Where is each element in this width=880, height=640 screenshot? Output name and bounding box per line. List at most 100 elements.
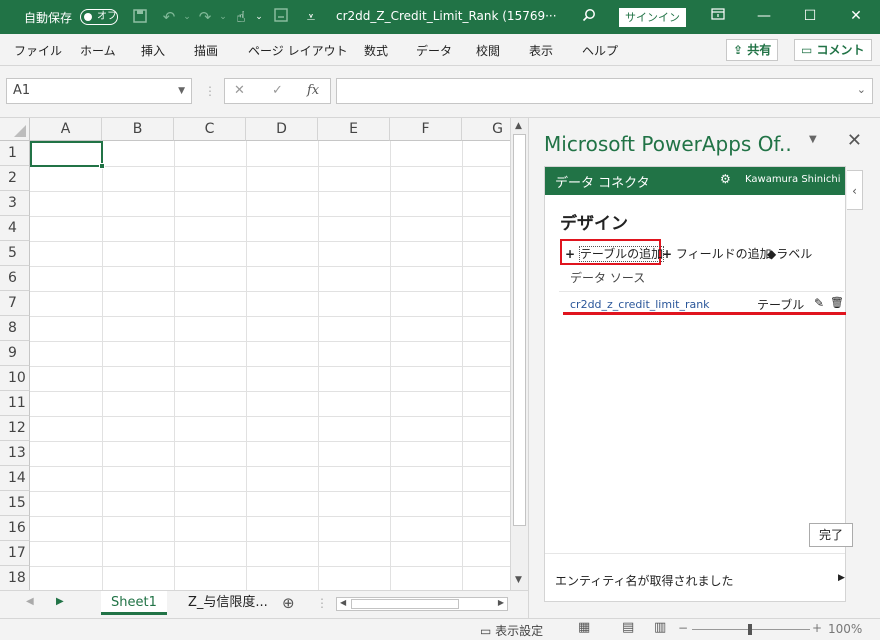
autosave-toggle[interactable]: オフ bbox=[80, 9, 118, 25]
add-field-button[interactable]: + フィールドの追加 bbox=[662, 245, 772, 262]
signin-button[interactable]: サインイン bbox=[619, 8, 686, 27]
worksheet-grid[interactable]: ABCDEFG 1 2 3 4 5 6 7 8 9 10 11 12 13 14 15 16 17 18 bbox=[0, 118, 510, 590]
redo-dropdown-icon[interactable]: ⌄ bbox=[214, 8, 232, 26]
column-header-d[interactable]: D bbox=[246, 118, 318, 141]
tab-insert[interactable]: 挿入 bbox=[141, 42, 165, 59]
vertical-scrollbar[interactable]: ▲ ▼ bbox=[510, 118, 528, 590]
touch-dropdown-icon[interactable]: ⌄ bbox=[250, 8, 268, 26]
comment-button[interactable]: ▭ コメント bbox=[794, 39, 872, 61]
add-sheet-icon[interactable]: ⊕ bbox=[282, 594, 295, 612]
sheet-tab-credit-limit[interactable]: Z_与信限度... bbox=[178, 591, 278, 615]
row-header-3[interactable]: 3 bbox=[0, 191, 30, 216]
redo-icon[interactable]: ↷ bbox=[196, 8, 214, 26]
column-header-e[interactable]: E bbox=[318, 118, 390, 141]
row-header-10[interactable]: 10 bbox=[0, 366, 30, 391]
row-header-13[interactable]: 13 bbox=[0, 441, 30, 466]
tab-help[interactable]: ヘルプ bbox=[582, 42, 618, 59]
horizontal-scrollbar[interactable]: ◀ ▶ bbox=[336, 597, 508, 611]
column-header-f[interactable]: F bbox=[390, 118, 462, 141]
row-header-5[interactable]: 5 bbox=[0, 241, 30, 266]
row-header-16[interactable]: 16 bbox=[0, 516, 30, 541]
label-button[interactable]: ◆ラベル bbox=[767, 245, 812, 262]
row-header-7[interactable]: 7 bbox=[0, 291, 30, 316]
next-sheet-icon[interactable]: ▶ bbox=[56, 596, 64, 607]
row-header-2[interactable]: 2 bbox=[0, 166, 30, 191]
tab-file[interactable]: ファイル bbox=[14, 42, 62, 59]
page-break-view-icon[interactable]: ▥ bbox=[654, 620, 666, 635]
scroll-down-icon[interactable]: ▼ bbox=[515, 575, 522, 585]
page-layout-view-icon[interactable]: ▤ bbox=[622, 620, 634, 635]
insert-function-icon[interactable]: fx bbox=[307, 83, 319, 98]
settings-gear-icon[interactable]: ⚙ bbox=[720, 172, 731, 186]
scroll-thumb[interactable] bbox=[513, 134, 526, 526]
row-header-11[interactable]: 11 bbox=[0, 391, 30, 416]
drag-handle-icon[interactable]: ⋮ bbox=[204, 84, 216, 98]
tab-home[interactable]: ホーム bbox=[80, 42, 116, 59]
formula-input[interactable]: ⌄ bbox=[336, 78, 873, 104]
zoom-level[interactable]: 100% bbox=[828, 622, 862, 636]
tab-formulas[interactable]: 数式 bbox=[364, 42, 388, 59]
prev-sheet-icon[interactable]: ◀ bbox=[26, 596, 34, 607]
share-button[interactable]: ⇪ 共有 bbox=[726, 39, 779, 61]
data-source-name[interactable]: cr2dd_z_credit_limit_rank bbox=[570, 298, 710, 311]
tabs-divider-icon[interactable]: ⋮ bbox=[316, 596, 328, 610]
hscroll-thumb[interactable] bbox=[351, 599, 459, 609]
save-icon[interactable] bbox=[131, 8, 149, 26]
row-header-18[interactable]: 18 bbox=[0, 566, 30, 590]
zoom-out-icon[interactable]: − bbox=[678, 621, 688, 635]
tab-data[interactable]: データ bbox=[416, 42, 452, 59]
collapse-pane-icon[interactable]: ‹ bbox=[847, 170, 863, 210]
row-header-15[interactable]: 15 bbox=[0, 491, 30, 516]
row-header-12[interactable]: 12 bbox=[0, 416, 30, 441]
expand-formula-icon[interactable]: ⌄ bbox=[857, 83, 866, 96]
select-all-button[interactable] bbox=[0, 118, 30, 141]
row-header-6[interactable]: 6 bbox=[0, 266, 30, 291]
search-icon[interactable] bbox=[580, 8, 598, 26]
column-header-c[interactable]: C bbox=[174, 118, 246, 141]
row-header-4[interactable]: 4 bbox=[0, 216, 30, 241]
column-header-a[interactable]: A bbox=[30, 118, 102, 141]
tab-page-layout[interactable]: ページ レイアウト bbox=[248, 42, 348, 59]
display-settings[interactable]: ▭ 表示設定 bbox=[480, 622, 543, 639]
connector-header-label: データ コネクタ bbox=[555, 176, 650, 191]
edit-pencil-icon[interactable]: ✎ bbox=[814, 296, 824, 310]
expand-arrow-icon[interactable]: ▶ bbox=[838, 573, 845, 583]
name-box-dropdown-icon[interactable]: ▼ bbox=[178, 79, 185, 103]
tab-draw[interactable]: 描画 bbox=[194, 42, 218, 59]
selected-cell-a1[interactable] bbox=[30, 141, 105, 169]
form-icon[interactable] bbox=[272, 8, 290, 26]
column-header-b[interactable]: B bbox=[102, 118, 174, 141]
fill-handle[interactable] bbox=[99, 163, 105, 169]
undo-dropdown-icon[interactable]: ⌄ bbox=[178, 8, 196, 26]
sheet-tab-sheet1[interactable]: Sheet1 bbox=[101, 591, 167, 615]
row-header-14[interactable]: 14 bbox=[0, 466, 30, 491]
normal-view-icon[interactable]: ▦ bbox=[578, 620, 590, 635]
zoom-in-icon[interactable]: + bbox=[812, 621, 822, 635]
ribbon-display-icon[interactable] bbox=[708, 6, 728, 26]
tab-review[interactable]: 校閲 bbox=[476, 42, 500, 59]
touch-mode-icon[interactable]: ☝ bbox=[232, 8, 250, 26]
row-header-1[interactable]: 1 bbox=[0, 141, 30, 166]
tab-view[interactable]: 表示 bbox=[529, 42, 553, 59]
name-box[interactable]: A1 ▼ bbox=[6, 78, 192, 104]
row-header-8[interactable]: 8 bbox=[0, 316, 30, 341]
column-header-g[interactable]: G bbox=[462, 118, 510, 141]
maximize-icon[interactable]: ☐ bbox=[800, 6, 820, 26]
pane-options-icon[interactable]: ▼ bbox=[809, 134, 817, 145]
row-header-17[interactable]: 17 bbox=[0, 541, 30, 566]
done-button[interactable]: 完了 bbox=[809, 523, 853, 547]
delete-trash-icon[interactable]: 🗑 bbox=[830, 296, 844, 309]
undo-icon[interactable]: ↶ bbox=[160, 8, 178, 26]
scroll-left-icon[interactable]: ◀ bbox=[340, 598, 346, 607]
cancel-icon[interactable]: ✕ bbox=[234, 83, 245, 98]
row-header-9[interactable]: 9 bbox=[0, 341, 30, 366]
enter-icon[interactable]: ✓ bbox=[272, 83, 283, 98]
add-table-button[interactable]: + テーブルの追加 bbox=[565, 245, 665, 262]
customize-toolbar-icon[interactable]: ⩡ bbox=[302, 8, 320, 26]
scroll-up-icon[interactable]: ▲ bbox=[515, 121, 522, 131]
zoom-slider-thumb[interactable] bbox=[748, 624, 752, 635]
scroll-right-icon[interactable]: ▶ bbox=[498, 598, 504, 607]
pane-close-icon[interactable]: ✕ bbox=[847, 130, 862, 151]
minimize-icon[interactable]: — bbox=[754, 6, 774, 26]
close-icon[interactable]: ✕ bbox=[846, 6, 866, 26]
